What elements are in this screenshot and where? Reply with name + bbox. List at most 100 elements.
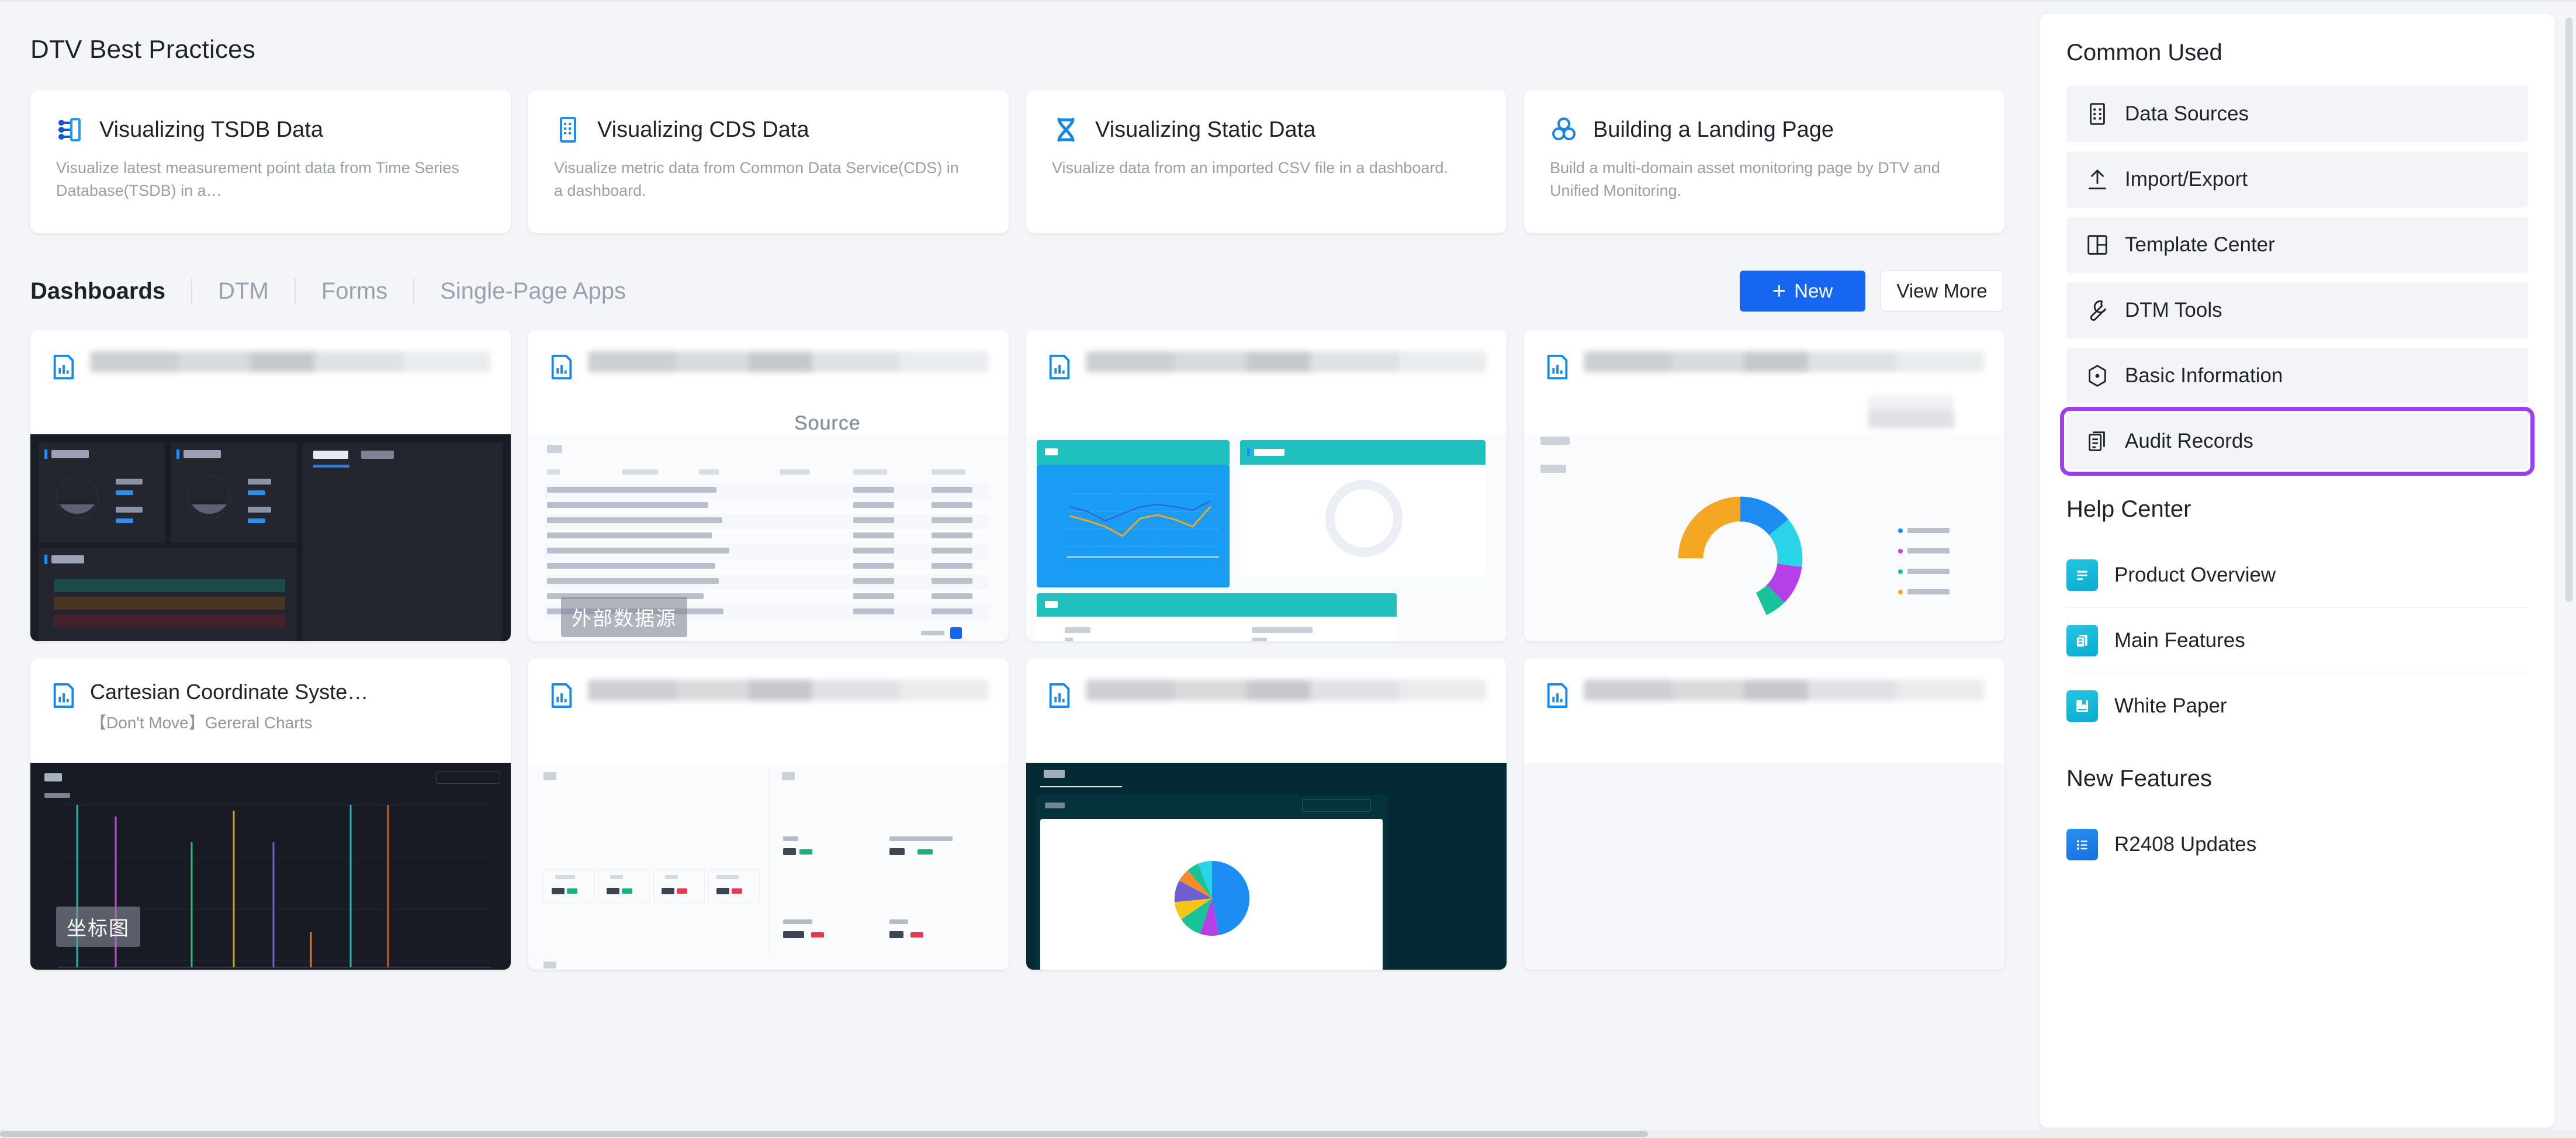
blurred-title: [1584, 680, 1985, 701]
sidebar-item-label: Data Sources: [2125, 102, 2249, 125]
dashboard-thumbnail: [1026, 434, 1507, 641]
card-title: Visualizing Static Data: [1095, 117, 1316, 142]
plus-icon: +: [1772, 278, 1786, 304]
dashboard-thumbnail: [1524, 763, 2004, 970]
card-titles: [90, 351, 491, 434]
dashboard-card[interactable]: Source 外部数据源: [528, 330, 1009, 641]
dashboard-card-cartesian[interactable]: Cartesian Coordinate Syste… 【Don't Move】…: [30, 659, 511, 970]
main-content: DTV Best Practices Visualizing TSDB Data…: [0, 0, 2040, 1138]
blurred-title: [1086, 680, 1487, 701]
tab-single-page-apps[interactable]: Single-Page Apps: [414, 278, 652, 305]
sidebar-item-import-export[interactable]: Import/Export: [2066, 151, 2528, 207]
layout-icon: [2087, 235, 2107, 255]
help-center-title: Help Center: [2066, 496, 2191, 522]
sidebar-item-data-sources[interactable]: Data Sources: [2066, 86, 2528, 142]
right-sidebar: Common Used Data Sources Import/Export T…: [2040, 0, 2576, 1138]
sidebar-item-label: DTM Tools: [2125, 299, 2222, 321]
sidebar-item-label: Template Center: [2125, 233, 2275, 256]
new-feature-item-label: R2408 Updates: [2114, 833, 2257, 856]
card-header: Building a Landing Page: [1550, 116, 1979, 144]
dashboard-file-icon: [1049, 354, 1070, 380]
view-more-button[interactable]: View More: [1881, 271, 2003, 312]
dashboard-file-icon: [1049, 683, 1070, 708]
best-practice-card-landing[interactable]: Building a Landing Page Build a multi-do…: [1524, 90, 2004, 233]
dashboard-card[interactable]: [1026, 659, 1507, 970]
dashboards-toolbar: Dashboards DTM Forms Single-Page Apps + …: [30, 266, 2040, 316]
app-root: DTV Best Practices Visualizing TSDB Data…: [0, 0, 2576, 1138]
hexagon-info-icon: [2089, 365, 2106, 387]
card-titles: [1584, 680, 1985, 763]
blurred-title: [588, 351, 989, 372]
card-title: Building a Landing Page: [1593, 117, 1834, 142]
new-features-title: New Features: [2066, 766, 2212, 791]
tab-dashboards[interactable]: Dashboards: [30, 278, 191, 305]
new-button[interactable]: + New: [1740, 271, 1865, 312]
card-description: Visualize latest measurement point data …: [56, 159, 459, 200]
sidebar-item-audit-records[interactable]: Audit Records: [2060, 407, 2535, 476]
dashboard-thumbnail: 坐标图: [30, 763, 511, 970]
dashboard-card[interactable]: [1524, 330, 2004, 641]
upload-icon: [2089, 170, 2106, 189]
dashboard-card[interactable]: [1524, 659, 2004, 970]
book-icon: [2066, 690, 2098, 722]
sidebar-scrollbar[interactable]: [2565, 18, 2572, 602]
list-icon: [2066, 829, 2098, 860]
sidebar-item-label: Audit Records: [2125, 430, 2253, 452]
card-header: [528, 330, 1009, 434]
dashboard-file-icon: [551, 354, 572, 380]
page-title: DTV Best Practices: [30, 35, 256, 64]
blurred-title: [588, 680, 989, 701]
best-practices-row: Visualizing TSDB Data Visualize latest m…: [30, 90, 2040, 233]
dashboard-subtitle: 【Don't Move】Gereral Charts: [90, 714, 313, 732]
dashboard-file-icon: [1547, 354, 1568, 380]
scrollbar-thumb[interactable]: [0, 1131, 1648, 1137]
card-titles: Cartesian Coordinate Syste… 【Don't Move】…: [90, 680, 491, 763]
card-header: Visualizing CDS Data: [554, 116, 983, 144]
card-header: [528, 659, 1009, 763]
best-practice-card-tsdb[interactable]: Visualizing TSDB Data Visualize latest m…: [30, 90, 511, 233]
dashboard-card[interactable]: [528, 659, 1009, 970]
blurred-title: [1086, 351, 1487, 372]
card-header: [1026, 659, 1507, 763]
help-item-white-paper[interactable]: White Paper: [2066, 673, 2528, 739]
sidebar-item-basic-information[interactable]: Basic Information: [2066, 348, 2528, 404]
blurred-title: [90, 351, 491, 372]
card-header: [1524, 659, 2004, 763]
cds-table-icon: [560, 117, 576, 143]
card-titles: [1086, 351, 1487, 434]
card-description: Visualize metric data from Common Data S…: [554, 159, 959, 200]
ghost-word-source: Source: [794, 412, 861, 434]
dashboard-thumbnail: 外部数据源: [528, 434, 1009, 641]
dashboard-file-icon: [53, 354, 74, 380]
card-titles: [588, 680, 989, 763]
dashboard-thumbnail: [528, 763, 1009, 970]
dashboard-file-icon: [1547, 683, 1568, 708]
new-feature-item-r2408[interactable]: R2408 Updates: [2066, 812, 2528, 877]
tab-forms[interactable]: Forms: [296, 278, 413, 305]
best-practice-card-cds[interactable]: Visualizing CDS Data Visualize metric da…: [528, 90, 1009, 233]
best-practice-card-static[interactable]: Visualizing Static Data Visualize data f…: [1026, 90, 1507, 233]
thumbnail-overlay-label: 坐标图: [56, 907, 140, 947]
static-data-icon: [1057, 117, 1075, 142]
thumbnail-overlay-label: 外部数据源: [561, 597, 687, 637]
tsdb-icon: [58, 118, 81, 141]
help-item-main-features[interactable]: Main Features: [2066, 608, 2528, 673]
card-description: Build a multi-domain asset monitoring pa…: [1550, 159, 1940, 200]
dashboard-card[interactable]: [1026, 330, 1507, 641]
sidebar-item-template-center[interactable]: Template Center: [2066, 217, 2528, 273]
dashboard-file-icon: [551, 683, 572, 708]
blurred-title: [1584, 351, 1985, 372]
help-item-product-overview[interactable]: Product Overview: [2066, 542, 2528, 608]
dashboard-card[interactable]: [30, 330, 511, 641]
audit-doc-icon: [2089, 431, 2105, 451]
card-header: Visualizing TSDB Data: [56, 116, 485, 144]
dashboards-grid: Source 外部数据源 Cartesian Coordinate Syste……: [30, 330, 2040, 970]
sidebar-item-label: Import/Export: [2125, 168, 2248, 191]
document-lines-icon: [2066, 559, 2098, 591]
wrench-icon: [2090, 300, 2106, 321]
horizontal-scrollbar[interactable]: [0, 1130, 2576, 1138]
grid-table-icon: [2090, 103, 2105, 125]
dashboard-thumbnail: [1026, 763, 1507, 970]
sidebar-item-dtm-tools[interactable]: DTM Tools: [2066, 282, 2528, 338]
tab-dtm[interactable]: DTM: [192, 278, 295, 305]
